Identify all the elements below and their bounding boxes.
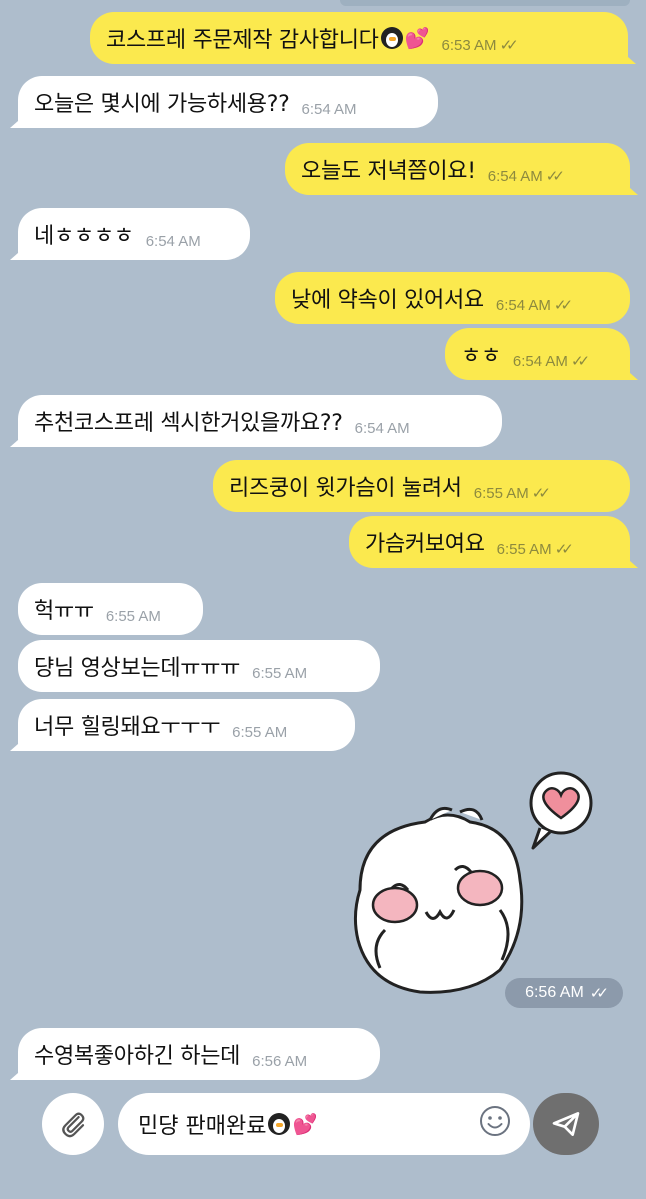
message-time: 6:55 AM	[496, 540, 552, 558]
hearts-emoji-icon: 💕	[404, 26, 430, 50]
bear-with-heart-sticker[interactable]	[330, 770, 630, 1000]
message-text: 낮에 약속이 있어서요	[291, 288, 484, 313]
sticker-time: 6:56 AM	[525, 984, 584, 1001]
message-time: 6:55 AM	[252, 664, 308, 682]
message-input[interactable]: 민댱 판매완료 💕	[118, 1093, 530, 1155]
message-outgoing[interactable]: 리즈쿵이 윗가슴이 눌려서 6:55 AM ✓✓	[213, 460, 630, 512]
message-incoming[interactable]: 수영복좋아하긴 하는데 6:56 AM	[18, 1028, 380, 1080]
send-icon	[552, 1112, 580, 1136]
top-edge	[340, 0, 630, 6]
message-time: 6:53 AM	[441, 36, 497, 54]
read-receipt-icon: ✓✓	[499, 36, 519, 54]
sticker-time-badge: 6:56 AM ✓✓	[505, 978, 623, 1008]
message-text: 수영복좋아하긴 하는데	[34, 1044, 241, 1069]
message-time: 6:54 AM	[512, 352, 568, 370]
read-receipt-icon: ✓✓	[589, 984, 609, 1002]
read-receipt-icon: ✓✓	[554, 540, 574, 558]
message-incoming[interactable]: 네ㅎㅎㅎㅎ 6:54 AM	[18, 208, 250, 260]
paperclip-icon	[62, 1112, 85, 1138]
message-text: 댱님 영상보는데ㅠㅠㅠ	[34, 656, 241, 681]
message-outgoing[interactable]: 가슴커보여요 6:55 AM ✓✓	[349, 516, 630, 568]
message-text: 추천코스프레 섹시한거있을까요??	[34, 411, 343, 436]
message-input-value: 민댱 판매완료	[138, 1114, 267, 1139]
message-text: ㅎㅎ	[461, 344, 501, 369]
message-time: 6:54 AM	[145, 232, 201, 250]
message-incoming[interactable]: 헉ㅠㅠ 6:55 AM	[18, 583, 203, 635]
send-button[interactable]	[533, 1093, 599, 1155]
message-time: 6:55 AM	[232, 723, 288, 741]
penguin-emoji-icon	[268, 1113, 291, 1135]
read-receipt-icon: ✓✓	[545, 167, 565, 185]
message-incoming[interactable]: 너무 힐링돼요ㅜㅜㅜ 6:55 AM	[18, 699, 355, 751]
message-incoming[interactable]: 댱님 영상보는데ㅠㅠㅠ 6:55 AM	[18, 640, 380, 692]
chat-area[interactable]: 코스프레 주문제작 감사합니다 💕 6:53 AM ✓✓ 오늘은 몇시에 가능하…	[0, 0, 646, 1199]
penguin-emoji-icon	[380, 27, 403, 49]
message-time: 6:54 AM	[487, 167, 543, 185]
read-receipt-icon: ✓✓	[531, 484, 551, 502]
message-time: 6:54 AM	[354, 419, 410, 437]
smiley-icon	[480, 1106, 510, 1136]
message-text: 리즈쿵이 윗가슴이 눌려서	[229, 476, 462, 501]
message-text: 헉ㅠㅠ	[34, 599, 94, 624]
message-time: 6:54 AM	[301, 100, 357, 118]
bear-sticker-icon	[353, 771, 593, 994]
read-receipt-icon: ✓✓	[553, 296, 573, 314]
emoji-button[interactable]	[478, 1104, 512, 1138]
message-text: 코스프레 주문제작 감사합니다	[106, 28, 379, 53]
message-text: 네ㅎㅎㅎㅎ	[34, 224, 134, 249]
message-time: 6:56 AM	[252, 1052, 308, 1070]
attach-button[interactable]	[42, 1093, 104, 1155]
message-outgoing[interactable]: 코스프레 주문제작 감사합니다 💕 6:53 AM ✓✓	[90, 12, 628, 64]
message-outgoing[interactable]: ㅎㅎ 6:54 AM ✓✓	[445, 328, 630, 380]
message-text: 오늘도 저녁쯤이요!	[301, 159, 476, 184]
message-time: 6:55 AM	[473, 484, 529, 502]
message-time: 6:55 AM	[105, 607, 161, 625]
message-text: 가슴커보여요	[365, 532, 485, 557]
message-text: 너무 힐링돼요ㅜㅜㅜ	[34, 715, 221, 740]
read-receipt-icon: ✓✓	[570, 352, 590, 370]
message-text: 오늘은 몇시에 가능하세용??	[34, 92, 290, 117]
hearts-emoji-icon: 💕	[292, 1112, 318, 1136]
message-incoming[interactable]: 오늘은 몇시에 가능하세용?? 6:54 AM	[18, 76, 438, 128]
message-outgoing[interactable]: 오늘도 저녁쯤이요! 6:54 AM ✓✓	[285, 143, 630, 195]
message-outgoing[interactable]: 낮에 약속이 있어서요 6:54 AM ✓✓	[275, 272, 630, 324]
message-incoming[interactable]: 추천코스프레 섹시한거있을까요?? 6:54 AM	[18, 395, 502, 447]
message-time: 6:54 AM	[495, 296, 551, 314]
